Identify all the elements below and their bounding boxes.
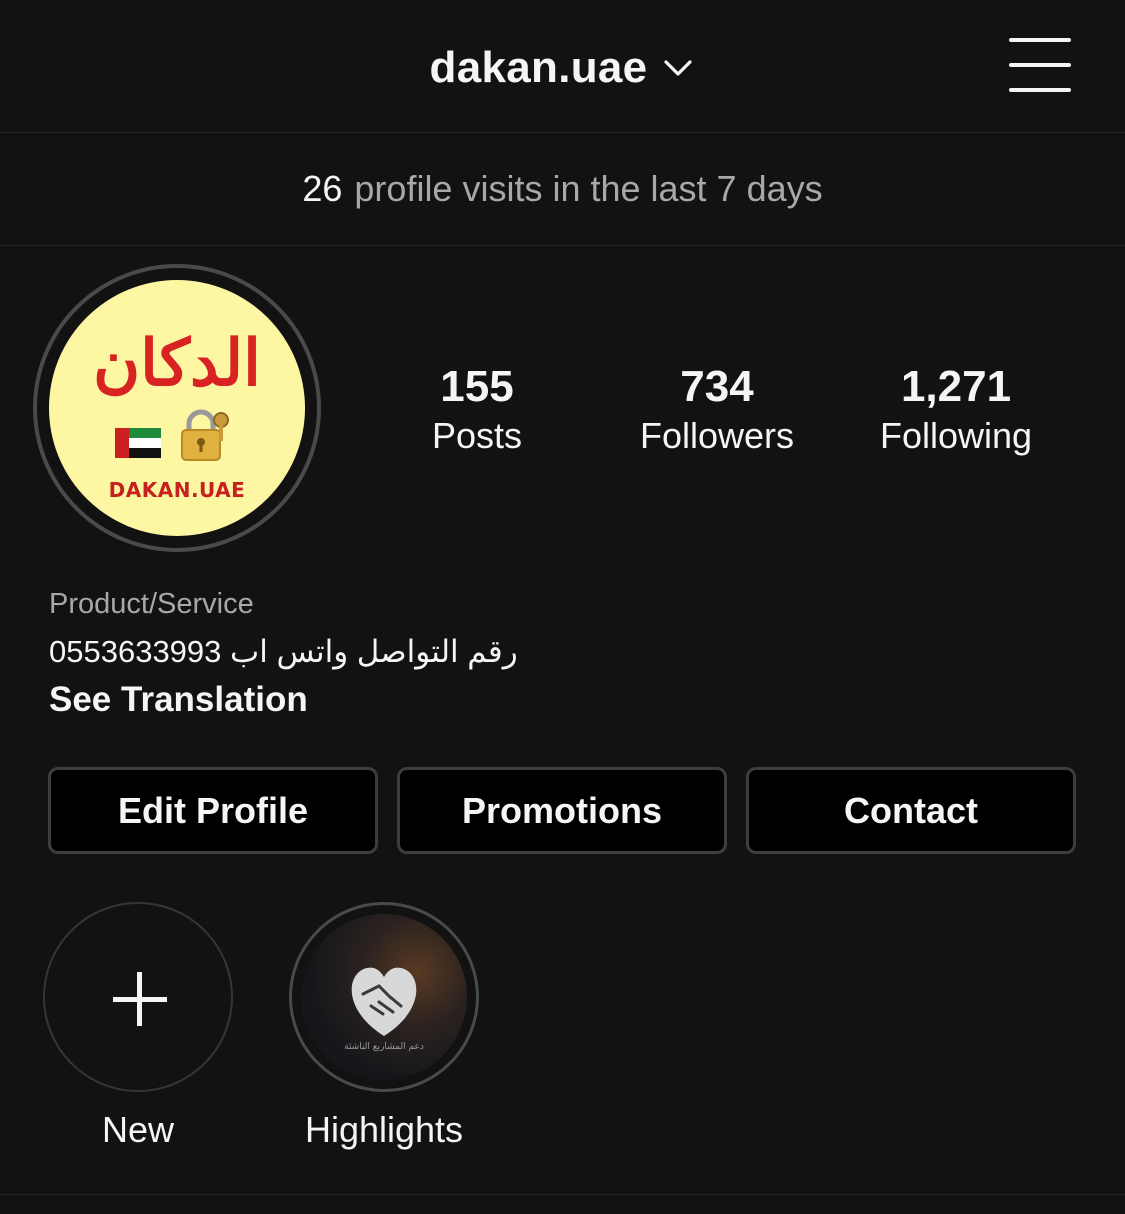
profile-bio: رقم التواصل واتس اب 0553633993 — [49, 634, 518, 669]
avatar[interactable]: الدكان DAKAN.UAE — [33, 264, 321, 552]
stat-following[interactable]: 1,271 Following — [846, 360, 1066, 458]
edit-profile-button[interactable]: Edit Profile — [48, 767, 378, 854]
followers-count: 734 — [680, 362, 754, 411]
profile-page: dakan.uae 26 profile visits in the last … — [0, 0, 1125, 1214]
stat-posts[interactable]: 155 Posts — [367, 360, 587, 458]
profile-visits-banner[interactable]: 26 profile visits in the last 7 days — [0, 133, 1125, 246]
logo-english-text: DAKAN.UAE — [108, 478, 246, 502]
visits-text: profile visits in the last 7 days — [354, 168, 823, 209]
divider — [0, 1194, 1125, 1195]
new-highlight-label: New — [101, 1109, 175, 1150]
highlight-label: Highlights — [304, 1109, 464, 1150]
username: dakan.uae — [429, 43, 648, 92]
posts-label: Posts — [431, 415, 523, 456]
posts-count: 155 — [440, 362, 514, 411]
highlight-item[interactable]: دعم المشاريع الناشئة Highlights — [288, 902, 480, 1152]
stat-followers[interactable]: 734 Followers — [607, 360, 827, 458]
see-translation-link[interactable]: See Translation — [49, 680, 308, 720]
highlight-circle: دعم المشاريع الناشئة — [289, 902, 479, 1092]
logo-arabic-text: الدكان — [93, 326, 261, 401]
new-highlight[interactable]: New — [42, 902, 234, 1152]
lock-key-icon — [181, 409, 229, 461]
top-bar: dakan.uae — [0, 0, 1125, 133]
hamburger-menu-icon[interactable] — [1006, 36, 1072, 96]
promotions-button[interactable]: Promotions — [397, 767, 727, 854]
heart-handshake-icon — [351, 967, 417, 1036]
highlight-caption: دعم المشاريع الناشئة — [344, 1042, 424, 1052]
new-highlight-circle — [43, 902, 233, 1092]
following-count: 1,271 — [900, 362, 1012, 411]
following-label: Following — [879, 415, 1033, 456]
profile-category: Product/Service — [49, 588, 254, 620]
account-switcher[interactable]: dakan.uae — [0, 38, 1125, 98]
uae-flag-icon — [115, 428, 161, 458]
visits-count: 26 — [302, 168, 343, 209]
chevron-down-icon — [664, 60, 693, 76]
followers-label: Followers — [639, 415, 795, 456]
contact-button[interactable]: Contact — [746, 767, 1076, 854]
avatar-logo: الدكان DAKAN.UAE — [49, 280, 305, 536]
highlight-cover: دعم المشاريع الناشئة — [301, 914, 467, 1080]
